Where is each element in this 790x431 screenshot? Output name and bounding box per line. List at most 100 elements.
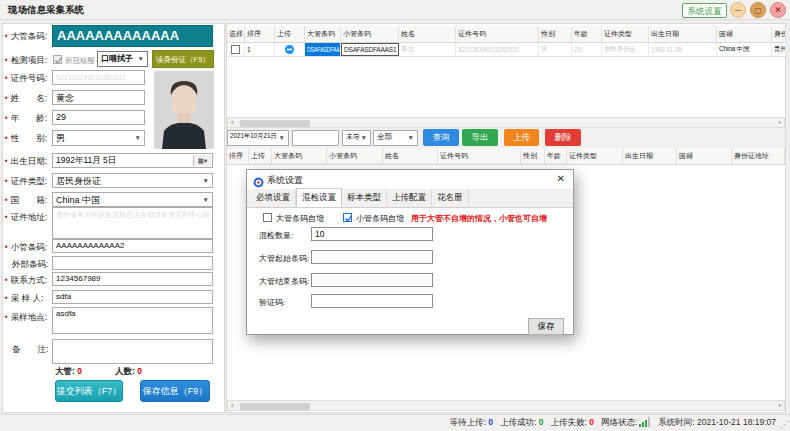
name-input[interactable]: 黄念 [52, 90, 145, 105]
column-header-11[interactable]: 国籍 [677, 148, 732, 164]
id-type-dropdown[interactable]: 居民身份证▼ [52, 173, 213, 188]
table2-hscrollbar[interactable]: ‹ › [227, 400, 785, 411]
minimize-button[interactable]: ─ [730, 2, 746, 18]
column-header-12[interactable]: 国籍 [717, 26, 772, 42]
big-tube-count-label: 大管: [55, 366, 75, 376]
scroll-left-icon[interactable]: ‹ [231, 401, 234, 410]
mixed-count-input[interactable]: 10 [311, 227, 433, 241]
tab-mixed-settings[interactable]: 混检设置 [296, 188, 342, 207]
column-header-12[interactable]: 身份证地址 [732, 148, 785, 164]
big-tube-count: 0 [77, 366, 82, 376]
column-header-2[interactable]: 排序 [245, 26, 275, 42]
table1-cell-4[interactable]: DSAFASDFAAAS [305, 43, 341, 56]
column-header-7[interactable]: 性别 [521, 148, 545, 164]
resize-grip[interactable]: ⋰ [780, 420, 788, 429]
remark-textarea[interactable] [52, 339, 213, 364]
barcode-search-input[interactable] [292, 130, 339, 146]
big-barcode-input[interactable]: AAAAAAAAAAAAA [52, 25, 213, 47]
column-header-1[interactable]: 选择 [227, 26, 245, 42]
big-end-barcode-input[interactable] [311, 273, 433, 287]
table1-cell-3[interactable] [275, 43, 305, 56]
covid-test-checkbox[interactable] [53, 55, 62, 64]
big-start-barcode-input[interactable] [311, 250, 433, 264]
column-header-10[interactable]: 证件类型 [602, 26, 649, 42]
table1-hscrollbar[interactable]: ‹ › [227, 117, 785, 128]
scroll-left-icon[interactable]: ‹ [231, 118, 234, 127]
id-number-input[interactable]: 522126199211051531 [52, 70, 145, 85]
column-header-1[interactable]: 排序 [227, 148, 249, 164]
modal-save-button[interactable]: 保存 [528, 318, 564, 335]
scrollbar-thumb[interactable] [240, 120, 310, 127]
column-header-8[interactable]: 性别 [539, 26, 572, 42]
small-barcode-auto-checkbox[interactable] [343, 213, 352, 222]
big-barcode-auto-checkbox[interactable] [263, 213, 272, 222]
tab-required-settings[interactable]: 必填设置 [251, 189, 296, 207]
table1-cell-9[interactable]: 29 [572, 43, 602, 56]
export-filter-dropdown[interactable]: 未导▼ [342, 130, 371, 146]
settings-dialog-close-icon[interactable]: ✕ [557, 173, 565, 184]
external-barcode-input[interactable] [52, 256, 213, 270]
column-header-10[interactable]: 出生日期 [623, 148, 677, 164]
table1-cell-5[interactable]: DSAFASDFAAAS1 [341, 43, 399, 56]
row-select-checkbox[interactable] [231, 45, 240, 54]
read-id-card-button[interactable]: 读身份证（F5） [152, 50, 214, 68]
calendar-dropdown-icon[interactable]: ▦▾ [193, 155, 211, 166]
sample-place-textarea[interactable]: asdfa [52, 307, 213, 334]
table1-cell-8[interactable]: 男 [539, 43, 572, 56]
column-header-13[interactable]: 身份证地址 [772, 26, 786, 42]
system-settings-button[interactable]: 系统设置 [682, 3, 727, 18]
id-address-textarea[interactable]: 贵州省务川仡佬族苗族自治县都濡街道万村中心组 [52, 207, 213, 239]
date-filter-dropdown[interactable]: 2021年10月21日▼ [227, 130, 289, 146]
column-header-5[interactable]: 姓名 [383, 148, 438, 164]
column-header-7[interactable]: 证件号码 [456, 26, 539, 42]
settings-dialog-title: 系统设置 [267, 174, 303, 187]
table1-cell-11[interactable]: 1992-11-05 [649, 43, 717, 56]
contact-input[interactable]: 1234567989 [52, 272, 213, 286]
table1-cell-1[interactable] [227, 43, 245, 56]
birth-date-input[interactable]: 1992年11月 5日 ▦▾ [52, 153, 213, 168]
column-header-9[interactable]: 证件类型 [567, 148, 623, 164]
export-button[interactable]: 导出 [462, 129, 498, 146]
submit-list-button[interactable]: 提交列表（F7） [55, 380, 123, 402]
small-barcode-input[interactable]: AAAAAAAAAAAA2 [52, 239, 213, 253]
upload-button[interactable]: 上传 [504, 129, 539, 146]
scrollbar-thumb[interactable] [240, 403, 310, 410]
close-button[interactable]: ✕ [770, 2, 786, 18]
table1-cell-12[interactable]: China 中国 [717, 43, 772, 56]
column-header-4[interactable]: 大管条码 [305, 26, 341, 42]
tab-roster[interactable]: 花名册 [432, 189, 469, 207]
captcha-input[interactable] [311, 294, 433, 308]
id-address-label: 证件地址: [11, 212, 47, 222]
table1-cell-2[interactable]: 1 [245, 43, 275, 56]
column-header-9[interactable]: 年龄 [572, 26, 602, 42]
column-header-3[interactable]: 上传 [275, 26, 305, 42]
query-button[interactable]: 查询 [423, 129, 459, 146]
scroll-right-icon[interactable]: › [778, 401, 781, 410]
delete-button[interactable]: 删除 [545, 129, 581, 146]
table1-cell-6[interactable]: 黄念 [399, 43, 456, 56]
maximize-button[interactable]: ▢ [750, 2, 766, 18]
scroll-right-icon[interactable]: › [778, 118, 781, 127]
swab-type-dropdown[interactable]: 口咽拭子▼ [97, 51, 148, 67]
column-header-6[interactable]: 证件号码 [438, 148, 521, 164]
tab-upload-config[interactable]: 上传配置 [387, 189, 432, 207]
tab-specimen-type[interactable]: 标本类型 [342, 189, 387, 207]
column-header-2[interactable]: 上传 [249, 148, 272, 164]
sampler-input[interactable]: sdfa [52, 290, 213, 304]
table1-cell-7[interactable]: 522126199211051531 [456, 43, 539, 56]
table1-cell-10[interactable]: 居民身份证 [602, 43, 649, 56]
table1-row[interactable]: 1 DSAFASDFAAASDSAFASDFAAAS1黄念522126199211… [227, 43, 785, 57]
column-header-6[interactable]: 姓名 [399, 26, 456, 42]
column-header-5[interactable]: 小管条码 [341, 26, 399, 42]
nationality-dropdown[interactable]: China 中国▼ [52, 192, 213, 207]
gender-dropdown[interactable]: 男▼ [52, 130, 145, 146]
pending-upload-count: 0 [488, 417, 493, 427]
all-filter-dropdown[interactable]: 全部▼ [373, 130, 418, 146]
age-input[interactable]: 29 [52, 110, 145, 125]
table1-cell-13[interactable]: 贵州省务川 [772, 43, 786, 56]
save-info-button[interactable]: 保存信息（F9） [140, 380, 210, 402]
column-header-3[interactable]: 大管条码 [272, 148, 327, 164]
column-header-11[interactable]: 出生日期 [649, 26, 717, 42]
column-header-4[interactable]: 小管条码 [327, 148, 383, 164]
column-header-8[interactable]: 年龄 [545, 148, 567, 164]
